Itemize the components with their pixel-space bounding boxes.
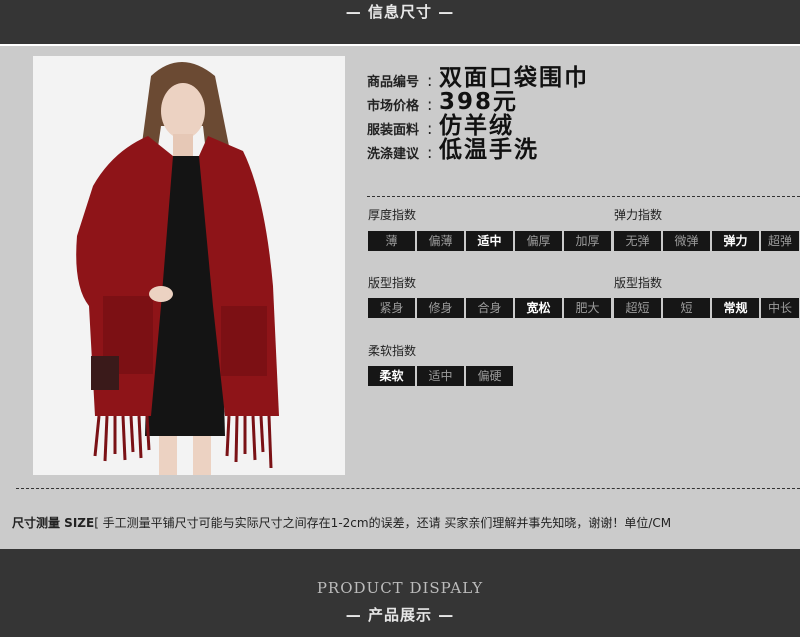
elasticity-scale: 无弹 微弹 弹力 超弹 xyxy=(614,231,800,251)
thickness-option: 加厚 xyxy=(564,231,611,251)
softness-option: 适中 xyxy=(417,366,464,386)
fit-option: 肥大 xyxy=(564,298,611,318)
info-value: 双面口袋围巾 xyxy=(439,65,589,91)
length-option: 短 xyxy=(663,298,710,318)
footer-english-title: PRODUCT DISPALY xyxy=(316,579,484,597)
fit-option: 合身 xyxy=(466,298,513,318)
info-colon: : xyxy=(427,119,433,138)
footer-chinese-title: — 产品展示 — xyxy=(345,606,455,624)
thickness-option: 偏厚 xyxy=(515,231,562,251)
size-note-title: 尺寸测量 SIZE xyxy=(12,516,95,530)
fit-option: 修身 xyxy=(417,298,464,318)
info-row: 洗涤建议 : 低温手洗 xyxy=(367,138,787,162)
info-row: 商品编号 : 双面口袋围巾 xyxy=(367,66,787,90)
thickness-scale: 薄 偏薄 适中 偏厚 加厚 xyxy=(368,231,613,251)
elasticity-option-selected: 弹力 xyxy=(712,231,759,251)
info-value: 低温手洗 xyxy=(439,137,539,163)
softness-label: 柔软指数 xyxy=(368,344,417,358)
size-note: 尺寸测量 SIZE[ 手工测量平铺尺寸可能与实际尺寸之间存在1-2cm的误差，还… xyxy=(12,514,671,531)
product-info: 商品编号 : 双面口袋围巾 市场价格 : 398元 服装面料 : 仿羊绒 洗涤建… xyxy=(367,66,787,162)
info-label: 市场价格 xyxy=(367,99,420,114)
footer-bar: PRODUCT DISPALY — 产品展示 — xyxy=(0,549,800,637)
thickness-option: 偏薄 xyxy=(417,231,464,251)
fit-label: 版型指数 xyxy=(368,276,417,290)
info-colon: : xyxy=(427,71,433,90)
divider-dashed xyxy=(16,488,800,489)
info-value: 仿羊绒 xyxy=(439,113,514,139)
info-colon: : xyxy=(427,143,433,162)
divider-dashed xyxy=(367,196,800,197)
info-label: 洗涤建议 xyxy=(367,147,420,162)
info-label: 商品编号 xyxy=(367,75,420,90)
thickness-label: 厚度指数 xyxy=(368,208,417,222)
length-option: 超短 xyxy=(614,298,661,318)
softness-option-selected: 柔软 xyxy=(368,366,415,386)
section-title: — 信息尺寸 — xyxy=(345,3,455,21)
elasticity-option: 无弹 xyxy=(614,231,661,251)
info-label: 服装面料 xyxy=(367,123,420,138)
fit-option: 紧身 xyxy=(368,298,415,318)
info-row: 市场价格 : 398元 xyxy=(367,90,787,114)
length-label: 版型指数 xyxy=(614,276,663,290)
info-row: 服装面料 : 仿羊绒 xyxy=(367,114,787,138)
elasticity-option: 超弹 xyxy=(761,231,799,251)
thickness-option-selected: 适中 xyxy=(466,231,513,251)
softness-scale: 柔软 适中 偏硬 xyxy=(368,366,515,386)
length-scale: 超短 短 常规 中长 xyxy=(614,298,800,318)
info-value: 398元 xyxy=(439,89,519,115)
product-photo xyxy=(33,56,345,475)
fit-scale: 紧身 修身 合身 宽松 肥大 xyxy=(368,298,613,318)
length-option-selected: 常规 xyxy=(712,298,759,318)
info-colon: : xyxy=(427,95,433,114)
softness-option: 偏硬 xyxy=(466,366,513,386)
header-bar: — 信息尺寸 — xyxy=(0,0,800,44)
elasticity-label: 弹力指数 xyxy=(614,208,663,222)
size-note-text: [ 手工测量平铺尺寸可能与实际尺寸之间存在1-2cm的误差，还请 买家亲们理解并… xyxy=(94,516,672,530)
model-illustration xyxy=(33,56,345,475)
elasticity-option: 微弹 xyxy=(663,231,710,251)
length-option: 中长 xyxy=(761,298,799,318)
fit-option-selected: 宽松 xyxy=(515,298,562,318)
thickness-option: 薄 xyxy=(368,231,415,251)
